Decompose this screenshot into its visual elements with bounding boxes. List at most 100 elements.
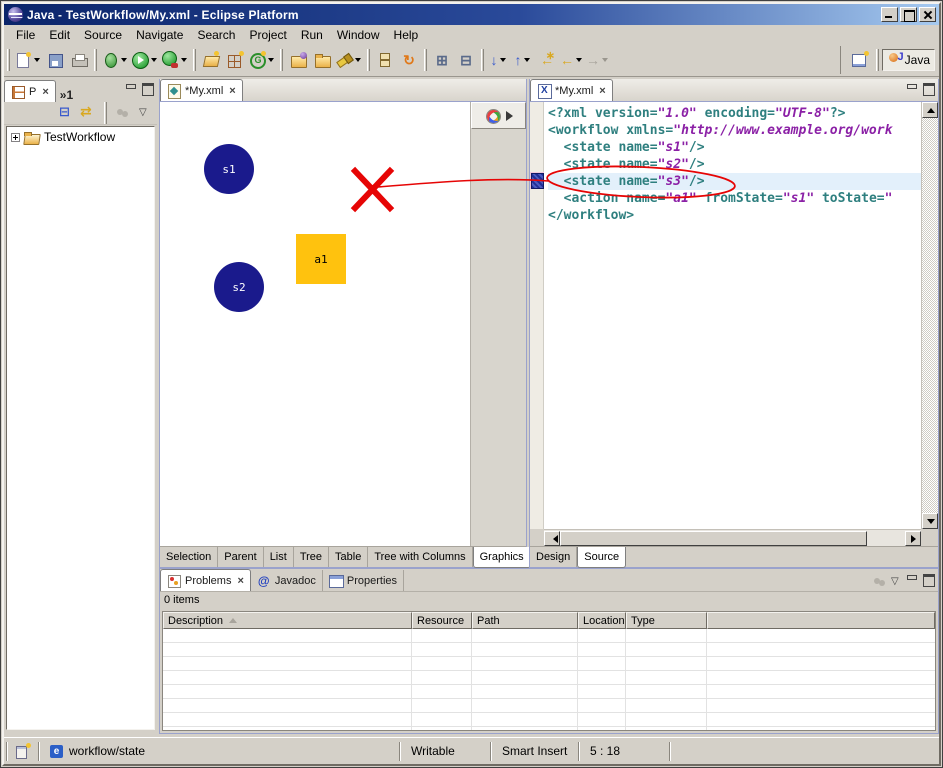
link-with-editor-icon[interactable] (79, 104, 97, 122)
menu-project[interactable]: Project (242, 26, 293, 44)
page-tab-tree[interactable]: Tree (294, 547, 329, 567)
page-tab-tree-with-columns[interactable]: Tree with Columns (368, 547, 472, 567)
page-tab-source[interactable]: Source (577, 547, 626, 568)
palette-expand-icon[interactable] (506, 111, 513, 121)
page-tab-table[interactable]: Table (329, 547, 368, 567)
close-editor-icon[interactable]: × (229, 85, 235, 97)
scroll-left-button[interactable] (544, 531, 560, 546)
workflow-diagram-canvas[interactable]: s1 s2 a1 (160, 102, 470, 546)
previous-annotation-dropdown-icon[interactable] (524, 58, 530, 62)
debug-button[interactable] (100, 48, 130, 72)
open-resource-button[interactable] (310, 48, 334, 72)
node-s2[interactable]: s2 (214, 262, 264, 312)
node-a1[interactable]: a1 (296, 234, 346, 284)
editor-minimize-button[interactable] (905, 82, 919, 94)
new-web-browser-dropdown-icon[interactable] (268, 58, 274, 62)
next-annotation-button[interactable]: ↓ (487, 48, 511, 72)
tab-properties[interactable]: Properties (323, 570, 404, 591)
code-line-4[interactable]: <state name="s2"/> (548, 156, 921, 173)
menu-source[interactable]: Source (77, 26, 129, 44)
page-tab-selection[interactable]: Selection (160, 547, 218, 567)
close-view-icon[interactable]: × (42, 86, 48, 98)
menu-search[interactable]: Search (190, 26, 242, 44)
new-wizard-dropdown-icon[interactable] (34, 58, 40, 62)
title-bar[interactable]: Java - TestWorkflow/My.xml - Eclipse Pla… (4, 4, 939, 25)
maximize-part-button[interactable]: ⊞ (430, 48, 454, 72)
column-header-description[interactable]: Description (163, 612, 412, 629)
code-line-5[interactable]: <state name="s3"/> (548, 173, 921, 190)
view-menu-icon[interactable] (114, 104, 132, 122)
expander-plus-icon[interactable] (11, 133, 20, 142)
search-dropdown-icon[interactable] (355, 58, 361, 62)
horizontal-scroll-thumb[interactable] (560, 531, 867, 546)
menu-window[interactable]: Window (330, 26, 387, 44)
editor-maximize-button[interactable] (922, 82, 936, 94)
run-external-tools-dropdown-icon[interactable] (181, 58, 187, 62)
open-perspective-button[interactable] (847, 49, 873, 71)
palette-header[interactable] (471, 102, 526, 129)
menu-file[interactable]: File (9, 26, 42, 44)
run-button[interactable] (130, 48, 160, 72)
view-menu-arrow-icon[interactable] (888, 573, 902, 585)
vertical-scroll-track[interactable] (922, 118, 938, 513)
scroll-down-button[interactable] (922, 513, 938, 529)
tab-problems[interactable]: Problems × (160, 569, 251, 591)
tab-graphics-editor[interactable]: *My.xml × (160, 79, 243, 101)
search-button[interactable] (334, 48, 364, 72)
code-line-6[interactable]: <action name="a1" fromState="s1" toState… (548, 190, 921, 207)
fast-view-icon[interactable] (14, 742, 32, 760)
close-view-icon[interactable]: × (237, 575, 243, 587)
minimize-button[interactable] (881, 7, 898, 22)
package-explorer-tree[interactable]: TestWorkflow (6, 126, 155, 730)
restore-part-button[interactable]: ⊟ (454, 48, 478, 72)
scroll-up-button[interactable] (922, 102, 938, 118)
open-type-button[interactable] (286, 48, 310, 72)
back-button[interactable]: ← (559, 48, 585, 72)
run-external-tools-button[interactable] (160, 48, 190, 72)
previous-annotation-button[interactable]: ↑ (511, 48, 535, 72)
save-button[interactable] (43, 48, 67, 72)
column-header-path[interactable]: Path (472, 612, 578, 629)
menu-navigate[interactable]: Navigate (129, 26, 190, 44)
annotation-ruler[interactable] (530, 102, 544, 529)
debug-dropdown-icon[interactable] (121, 58, 127, 62)
column-header-type[interactable]: Type (626, 612, 707, 629)
horizontal-scrollbar[interactable] (544, 529, 921, 546)
view-menu-arrow-icon[interactable] (136, 104, 154, 122)
column-header-location[interactable]: Location (578, 612, 626, 629)
tab-package-explorer[interactable]: P × (4, 80, 56, 102)
collapse-all-icon[interactable] (57, 104, 75, 122)
back-dropdown-icon[interactable] (576, 58, 582, 62)
tree-item-testworkflow[interactable]: TestWorkflow (7, 127, 154, 144)
page-tab-design[interactable]: Design (530, 547, 577, 567)
close-button[interactable] (919, 7, 936, 22)
vertical-scrollbar[interactable] (921, 102, 938, 529)
new-wizard-button[interactable] (13, 48, 43, 72)
page-tab-list[interactable]: List (264, 547, 294, 567)
maximize-button[interactable] (900, 7, 917, 22)
node-s1[interactable]: s1 (204, 144, 254, 194)
view-maximize-button[interactable] (922, 573, 936, 585)
code-line-1[interactable]: <?xml version="1.0" encoding="UTF-8"?> (548, 105, 921, 122)
forward-dropdown-icon[interactable] (602, 58, 608, 62)
view-minimize-button[interactable] (124, 82, 138, 94)
new-web-browser-button[interactable] (247, 48, 277, 72)
scroll-right-button[interactable] (905, 531, 921, 546)
page-tab-graphics[interactable]: Graphics (473, 547, 531, 568)
tab-xml-editor[interactable]: *My.xml × (530, 79, 613, 101)
tab-javadoc[interactable]: Javadoc (251, 570, 323, 591)
new-grid-wizard-button[interactable] (223, 48, 247, 72)
new-web-wizard-button[interactable] (199, 48, 223, 72)
type-hierarchy-button[interactable] (373, 48, 397, 72)
perspective-java-button[interactable]: Java (882, 49, 935, 71)
menu-help[interactable]: Help (387, 26, 426, 44)
view-minimize-button[interactable] (905, 573, 919, 585)
view-maximize-button[interactable] (141, 82, 155, 94)
code-line-3[interactable]: <state name="s1"/> (548, 139, 921, 156)
view-overflow-chevron[interactable]: »1 (56, 88, 77, 102)
view-menu-icon[interactable] (871, 573, 885, 585)
page-tab-parent[interactable]: Parent (218, 547, 263, 567)
column-header-resource[interactable]: Resource (412, 612, 472, 629)
synchronize-button[interactable]: ↻ (397, 48, 421, 72)
menu-run[interactable]: Run (294, 26, 330, 44)
